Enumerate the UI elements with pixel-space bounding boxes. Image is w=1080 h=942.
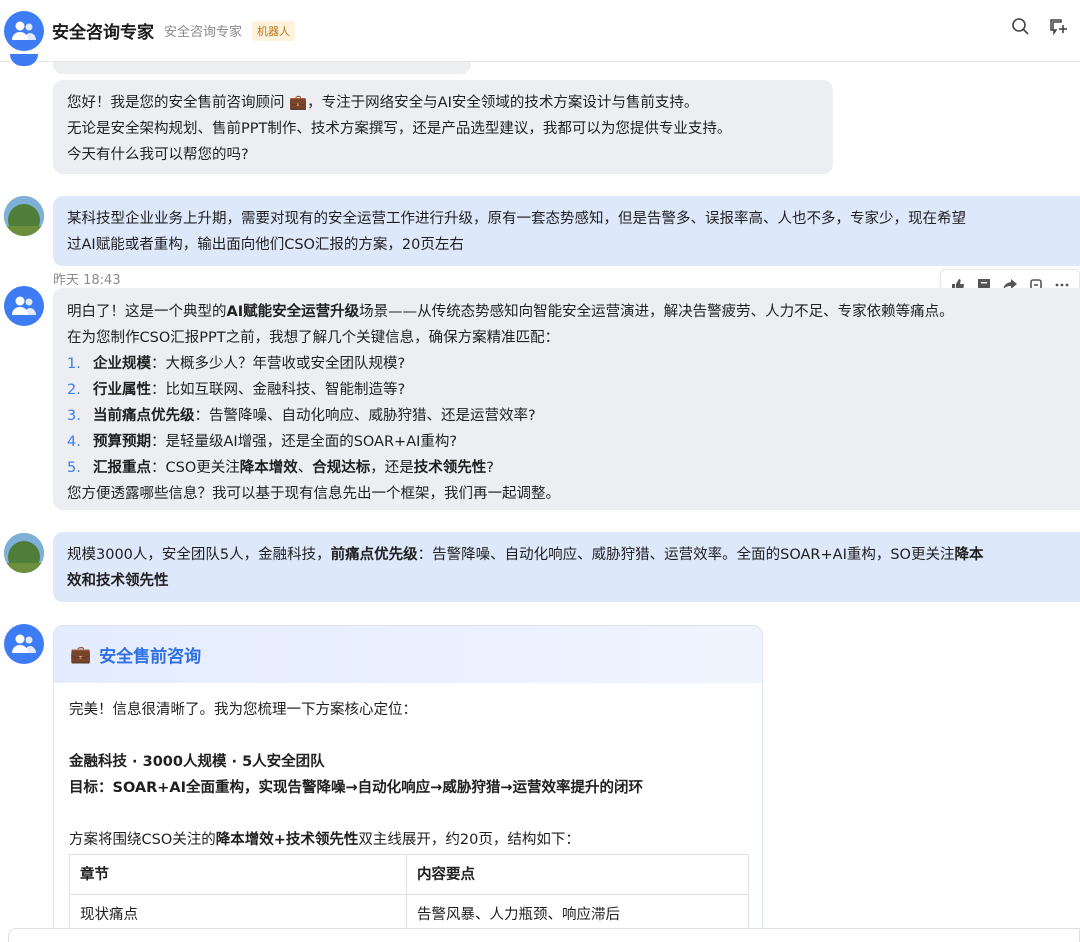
users-icon <box>12 634 36 653</box>
user-avatar[interactable] <box>4 196 44 236</box>
message-line: 今天有什么我可以帮您的吗? <box>67 147 249 163</box>
briefcase-icon: 💼 <box>70 644 92 665</box>
list-item: 1. 企业规模：大概多少人？年营收或安全团队规模? <box>67 356 406 372</box>
message-line: 完美！信息很清晰了。我为您梳理一下方案核心定位： <box>69 702 417 718</box>
bot-avatar[interactable] <box>4 286 44 326</box>
message-line: 过AI赋能或者重构，输出面向他们CSO汇报的方案，20页左右 <box>67 237 464 253</box>
users-icon <box>12 296 36 315</box>
bot-badge: 机器人 <box>252 20 296 41</box>
user-avatar[interactable] <box>4 533 44 573</box>
tree-photo-icon <box>4 533 44 573</box>
new-chat-button[interactable] <box>1046 14 1070 38</box>
search-icon <box>1012 18 1029 35</box>
list-item: 5. 汇报重点：CSO更关注降本增效、合规达标，还是技术领先性? <box>67 460 494 476</box>
card-header: 💼 安全售前咨询 <box>54 626 762 683</box>
briefcase-icon: 💼 <box>289 95 308 111</box>
table-header-cell: 内容要点 <box>406 854 749 895</box>
card-body: 完美！信息很清晰了。我为您梳理一下方案核心定位： 金融科技 · 3000人规模 … <box>54 683 762 942</box>
list-item: 2. 行业属性：比如互联网、金融科技、智能制造等? <box>67 382 406 398</box>
message-line: 效和技术领先性 <box>67 573 169 589</box>
chat-title: 安全咨询专家 <box>52 23 154 43</box>
users-icon <box>12 21 36 40</box>
bot-avatar[interactable] <box>4 10 44 51</box>
list-item: 4. 预算预期：是轻量级AI增强，还是全面的SOAR+AI重构? <box>67 434 458 450</box>
new-chat-icon <box>1050 19 1067 36</box>
previous-message-bubble <box>53 62 471 74</box>
tree-photo-icon <box>4 196 44 236</box>
table-header-row: 章节 内容要点 <box>69 854 749 895</box>
chat-header: 安全咨询专家 安全咨询专家 机器人 <box>0 0 1080 62</box>
consulting-card: 💼 安全售前咨询 完美！信息很清晰了。我为您梳理一下方案核心定位： 金融科技 ·… <box>53 625 763 942</box>
message-line: 在为您制作CSO汇报PPT之前，我想了解几个关键信息，确保方案精准匹配： <box>67 330 560 346</box>
message-line: 金融科技 · 3000人规模 · 5人安全团队 <box>69 754 325 770</box>
table-header-cell: 章节 <box>69 854 407 895</box>
message-timestamp: 昨天 18:43 <box>53 273 121 288</box>
structure-table: 章节 内容要点 现状痛点 告警风暴、人力瓶颈、响应滞后 <box>69 854 749 935</box>
bot-avatar[interactable] <box>4 624 44 664</box>
message-input-area[interactable] <box>8 928 1080 942</box>
list-item: 3. 当前痛点优先级：告警降噪、自动化响应、威胁狩猎、还是运营效率? <box>67 408 536 424</box>
message-line: 规模3000人，安全团队5人，金融科技，前痛点优先级：告警降噪、自动化响应、威胁… <box>67 547 984 563</box>
search-button[interactable] <box>1008 14 1032 38</box>
message-line: 无论是安全架构规划、售前PPT制作、技术方案撰写，还是产品选型建议，我都可以为您… <box>67 121 732 137</box>
message-line: 您方便透露哪些信息？我可以基于现有信息先出一个框架，我们再一起调整。 <box>67 486 560 502</box>
card-title: 安全售前咨询 <box>99 647 202 667</box>
user-message-1: 某科技型企业业务上升期，需要对现有的安全运营工作进行升级，原有一套态势感知，但是… <box>53 196 1080 266</box>
bot-message-intro: 您好！我是您的安全售前咨询顾问 💼，专注于网络安全与AI安全领域的技术方案设计与… <box>53 80 833 174</box>
user-message-2: 规模3000人，安全团队5人，金融科技，前痛点优先级：告警降噪、自动化响应、威胁… <box>53 532 1080 602</box>
chat-subtitle: 安全咨询专家 <box>164 25 243 40</box>
message-line: 某科技型企业业务上升期，需要对现有的安全运营工作进行升级，原有一套态势感知，但是… <box>67 211 966 227</box>
message-line: 明白了！这是一个典型的AI赋能安全运营升级场景——从传统态势感知向智能安全运营演… <box>67 304 954 320</box>
previous-avatar <box>10 54 38 66</box>
message-line: 您好！我是您的安全售前咨询顾问 💼，专注于网络安全与AI安全领域的技术方案设计与… <box>67 95 699 111</box>
message-line: 方案将围绕CSO关注的降本增效+技术领先性双主线展开，约20页，结构如下： <box>69 832 580 848</box>
bot-message-2: 明白了！这是一个典型的AI赋能安全运营升级场景——从传统态势感知向智能安全运营演… <box>53 288 1080 510</box>
message-line: 目标：SOAR+AI全面重构，实现告警降噪→自动化响应→威胁狩猎→运营效率提升的… <box>69 780 643 796</box>
